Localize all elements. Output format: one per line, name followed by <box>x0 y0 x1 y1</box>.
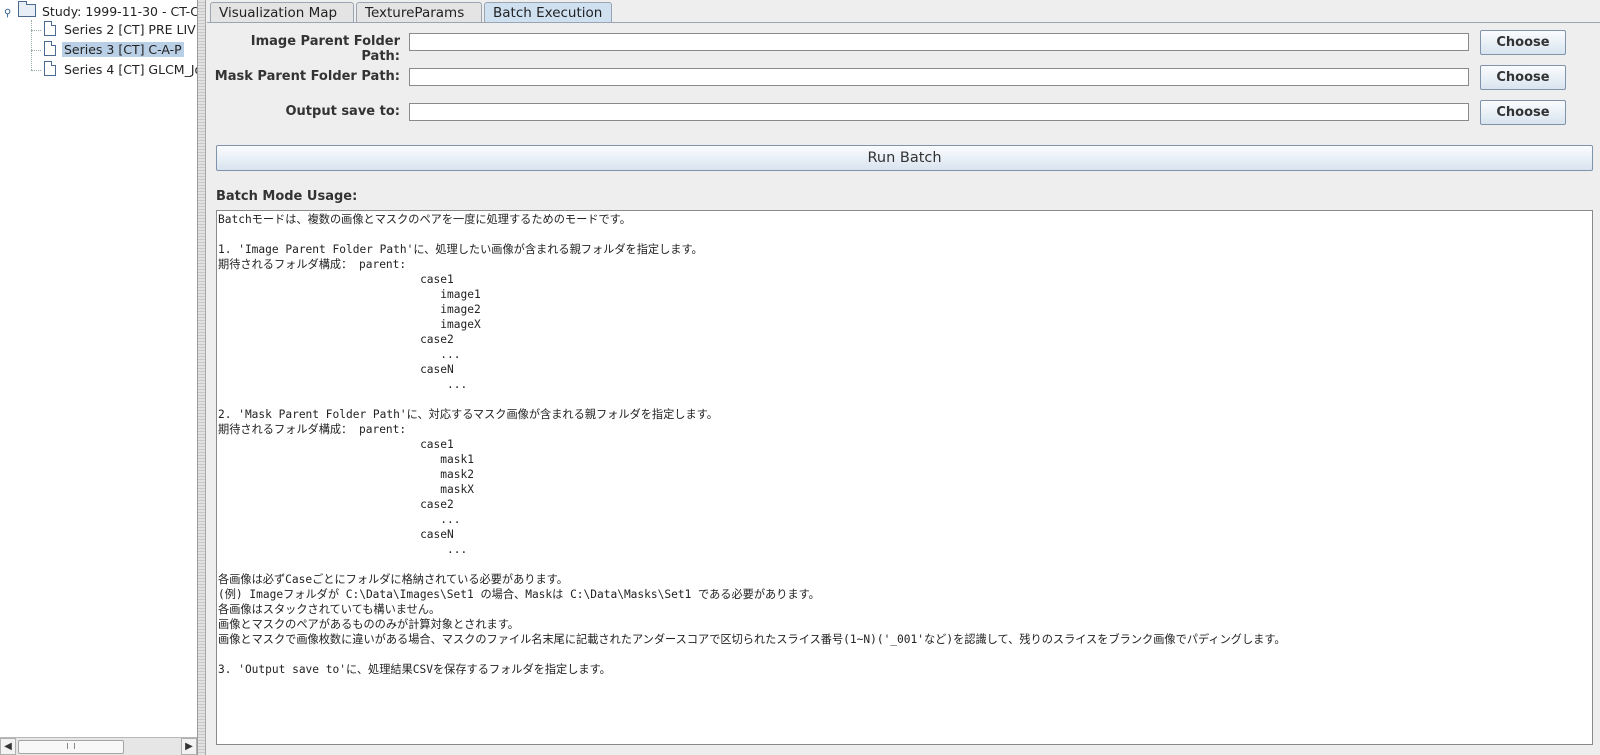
tree-series-item-selected[interactable]: Series 3 [CT] C-A-P <box>44 41 184 59</box>
choose-mask-folder-button[interactable]: Choose <box>1480 65 1566 90</box>
tab-visualization-map[interactable]: Visualization Map <box>210 2 354 22</box>
scrollbar-grip-icon <box>67 743 75 749</box>
study-label: Study: 1999-11-30 - CT-C/ <box>42 4 198 19</box>
document-icon <box>44 21 56 36</box>
tree-horizontal-scrollbar[interactable]: ◀ ▶ <box>0 737 197 755</box>
tree-series-item[interactable]: Series 2 [CT] PRE LIVE <box>44 21 198 39</box>
split-pane-divider[interactable] <box>198 0 206 755</box>
tree-study-node[interactable]: ⚲ Study: 1999-11-30 - CT-C/ <box>4 1 198 23</box>
tab-texture-params[interactable]: TextureParams <box>356 2 482 22</box>
batch-usage-title: Batch Mode Usage: <box>216 189 358 204</box>
scrollbar-thumb[interactable] <box>18 740 124 754</box>
document-icon <box>44 41 56 56</box>
series-label: Series 3 [CT] C-A-P <box>62 42 184 57</box>
tree-expand-icon[interactable]: ⚲ <box>4 5 14 23</box>
scroll-right-arrow-icon[interactable]: ▶ <box>181 738 197 755</box>
image-parent-path-input[interactable] <box>409 33 1469 51</box>
choose-image-folder-button[interactable]: Choose <box>1480 30 1566 55</box>
batch-usage-textarea[interactable]: Batchモードは、複数の画像とマスクのペアを一度に処理するためのモードです。 … <box>216 210 1593 745</box>
document-icon <box>44 61 56 76</box>
folder-icon <box>18 1 36 17</box>
series-label: Series 4 [CT] GLCM_Joi <box>64 62 198 77</box>
series-label: Series 2 [CT] PRE LIVE <box>64 22 198 37</box>
output-label: Output save to: <box>285 104 401 119</box>
series-tree-panel: ⚲ Study: 1999-11-30 - CT-C/ Series 2 [CT]… <box>0 0 198 755</box>
choose-output-folder-button[interactable]: Choose <box>1480 100 1566 125</box>
output-path-input[interactable] <box>409 103 1469 121</box>
tree-series-item[interactable]: Series 4 [CT] GLCM_Joi <box>44 61 198 79</box>
scroll-left-arrow-icon[interactable]: ◀ <box>0 738 16 755</box>
mask-parent-path-input[interactable] <box>409 68 1469 86</box>
tab-batch-execution[interactable]: Batch Execution <box>484 2 612 23</box>
mask-parent-label: Mask Parent Folder Path: <box>214 69 400 84</box>
image-parent-label: Image Parent Folder Path: <box>250 34 400 64</box>
run-batch-button[interactable]: Run Batch <box>216 145 1593 171</box>
